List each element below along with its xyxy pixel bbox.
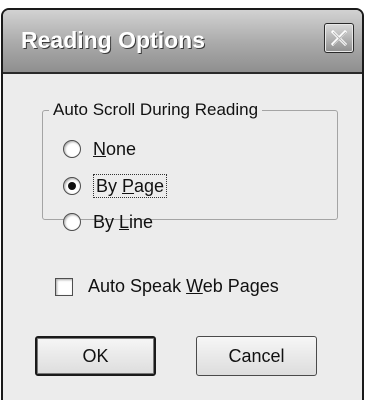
dialog-title: Reading Options (21, 27, 205, 53)
radio-label-none: None (93, 138, 137, 159)
radio-option-none[interactable]: None (63, 136, 136, 162)
reading-options-dialog: Reading Options Auto Scroll During Readi… (1, 8, 364, 400)
radio-button-by-page[interactable] (63, 177, 81, 195)
radio-option-by-line[interactable]: By Line (63, 209, 153, 235)
radio-label-by-page: By Page (93, 174, 168, 198)
radio-option-by-page[interactable]: By Page (63, 173, 168, 199)
close-icon (330, 29, 348, 47)
title-bar[interactable]: Reading Options (3, 10, 362, 74)
auto-scroll-group-label: Auto Scroll During Reading (53, 100, 259, 119)
auto-scroll-group: Auto Scroll During Reading None By Page … (42, 100, 338, 232)
radio-button-none[interactable] (63, 140, 81, 158)
auto-speak-checkbox[interactable] (55, 277, 73, 296)
radio-label-by-line: By Line (93, 211, 154, 232)
dialog-body: Auto Scroll During Reading None By Page … (3, 74, 362, 400)
cancel-button[interactable]: Cancel (196, 336, 317, 376)
radio-button-by-line[interactable] (63, 213, 81, 231)
close-button[interactable] (324, 23, 354, 53)
auto-speak-label: Auto Speak Web Pages (88, 276, 279, 296)
ok-button[interactable]: OK (35, 336, 156, 376)
auto-speak-option[interactable]: Auto Speak Web Pages (55, 276, 279, 297)
